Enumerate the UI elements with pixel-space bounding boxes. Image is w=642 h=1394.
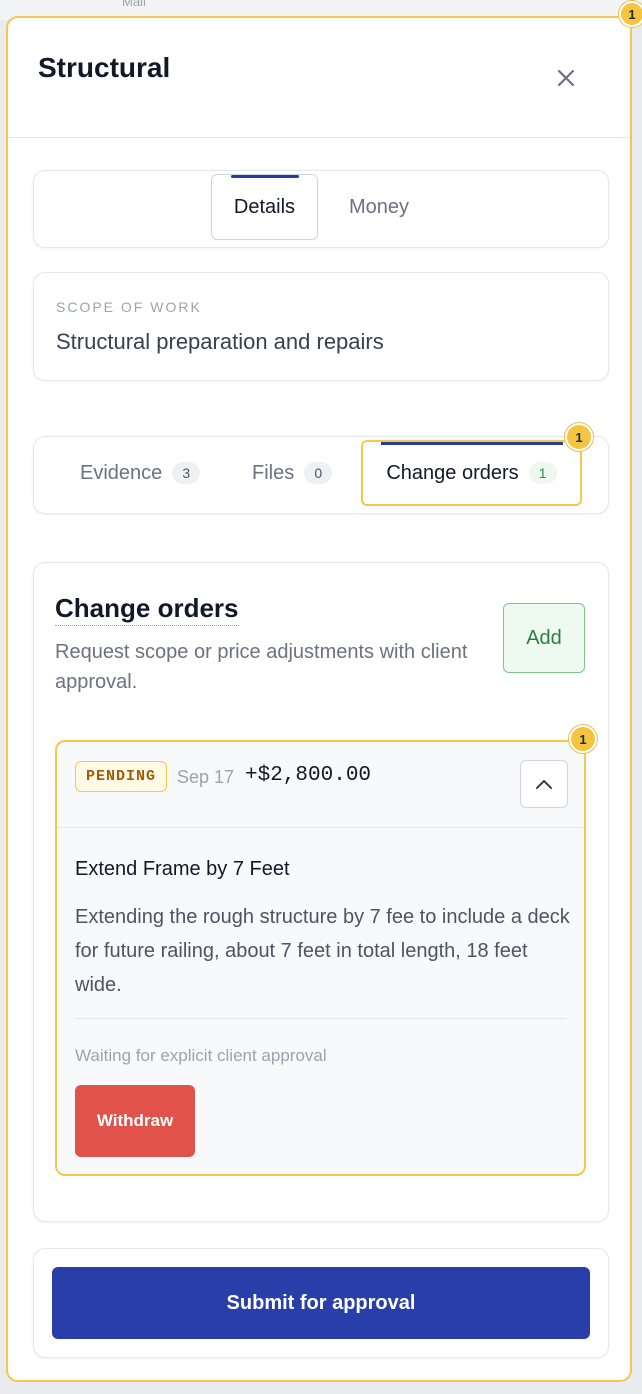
scope-label: SCOPE OF WORK xyxy=(56,299,202,315)
tab-details-label: Details xyxy=(233,195,296,218)
footer-card: Submit for approval xyxy=(33,1248,609,1358)
change-order-amount: +$2,800.00 xyxy=(245,764,372,787)
drawer-panel: Structural Details Money SCOPE OF WORK S… xyxy=(6,16,632,1382)
change-order-header: PENDING Sep 17 +$2,800.00 xyxy=(57,742,584,828)
change-order-item: PENDING Sep 17 +$2,800.00 Extend Frame b… xyxy=(55,740,586,1176)
files-count-badge: 0 xyxy=(304,462,333,484)
details-money-tabs: Details Money xyxy=(33,170,609,248)
divider xyxy=(75,1018,567,1019)
change-order-date: Sep 17 xyxy=(177,767,235,787)
change-order-name: Extend Frame by 7 Feet xyxy=(75,858,290,880)
section-tabs: Evidence 3 Files 0 Change orders 1 xyxy=(33,436,609,514)
chevron-up-icon xyxy=(536,780,552,789)
close-button[interactable] xyxy=(552,64,580,92)
submit-for-approval-button[interactable]: Submit for approval xyxy=(52,1267,590,1339)
withdraw-button[interactable]: Withdraw xyxy=(75,1085,195,1157)
tab-evidence-label: Evidence xyxy=(80,461,163,484)
change-orders-card: Change orders Request scope or price adj… xyxy=(33,562,609,1222)
tab-money[interactable]: Money xyxy=(334,174,424,240)
approval-status-text: Waiting for explicit client approval xyxy=(75,1046,327,1065)
tab-details[interactable]: Details xyxy=(211,174,318,240)
panel-title: Structural xyxy=(38,52,171,83)
tab-change-orders[interactable]: Change orders 1 xyxy=(361,440,582,506)
tab-files[interactable]: Files 0 xyxy=(252,440,333,506)
tab-change-orders-label: Change orders xyxy=(386,461,519,484)
panel-header: Structural xyxy=(8,18,630,138)
change-orders-count-badge: 1 xyxy=(528,462,557,484)
active-tab-indicator xyxy=(381,442,563,445)
scope-of-work-card: SCOPE OF WORK Structural preparation and… xyxy=(33,272,609,381)
tab-evidence[interactable]: Evidence 3 xyxy=(80,440,201,506)
add-change-order-button[interactable]: Add xyxy=(503,603,585,673)
change-order-text: Extending the rough structure by 7 fee t… xyxy=(75,906,570,996)
change-orders-description: Request scope or price adjustments with … xyxy=(55,641,468,693)
change-orders-tab-notification-badge: 1 xyxy=(565,423,593,451)
panel-notification-badge: 1 xyxy=(619,1,642,27)
evidence-count-badge: 3 xyxy=(172,462,201,484)
tab-money-label: Money xyxy=(348,195,410,218)
close-icon xyxy=(557,69,575,87)
change-orders-title: Change orders xyxy=(55,593,239,626)
tab-files-label: Files xyxy=(252,461,295,484)
scope-value: Structural preparation and repairs xyxy=(56,329,384,354)
mail-label: Mail xyxy=(122,0,146,9)
active-tab-indicator xyxy=(231,175,299,178)
collapse-button[interactable] xyxy=(520,760,568,808)
status-badge: PENDING xyxy=(75,761,168,792)
change-order-notification-badge: 1 xyxy=(569,725,597,753)
